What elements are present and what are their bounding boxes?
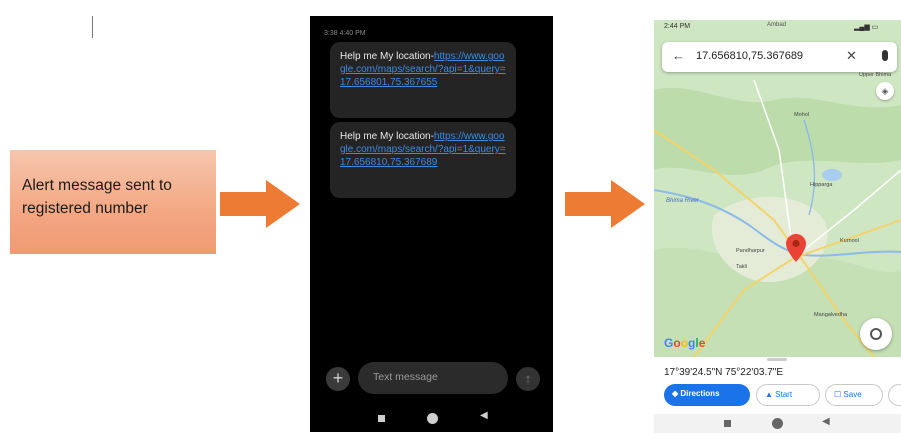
map-place-label: Mangalvedha bbox=[814, 312, 848, 318]
sms-message-text: Help me My location- bbox=[340, 51, 434, 62]
back-icon[interactable]: ◀ bbox=[822, 416, 830, 427]
layers-icon[interactable]: ◈ bbox=[876, 82, 894, 100]
home-icon[interactable] bbox=[427, 413, 438, 424]
bookmark-icon: ☐ bbox=[834, 390, 842, 399]
back-icon[interactable]: ◀ bbox=[480, 410, 488, 421]
recents-icon[interactable] bbox=[378, 415, 385, 422]
maps-phone-screen: 2:44 PM Ambad ▂▄▆ ▭ ← 17.656810,75.36768… bbox=[654, 20, 901, 433]
map-place-label: Takli bbox=[736, 264, 748, 270]
sms-timestamp: 3:38 4:40 PM bbox=[324, 30, 366, 37]
directions-label: Directions bbox=[680, 389, 720, 398]
coordinates-text: 17°39'24.5"N 75°22'03.7"E bbox=[664, 367, 784, 378]
text-cursor-mark bbox=[92, 16, 93, 38]
river-label: Bhima River bbox=[666, 198, 699, 204]
directions-button[interactable]: ◆ Directions bbox=[664, 384, 750, 406]
android-nav-bar: ◀ bbox=[654, 414, 901, 433]
map-place-label: Mohol bbox=[794, 112, 809, 118]
sms-phone-screen: 3:38 4:40 PM Help me My location-https:/… bbox=[310, 16, 553, 432]
more-actions-chip[interactable] bbox=[888, 384, 901, 406]
status-time: 2:44 PM bbox=[664, 23, 691, 30]
alert-line-2: registered number bbox=[22, 200, 148, 217]
map-place-label: Pandharpur bbox=[736, 248, 765, 254]
bottom-sheet-handle[interactable] bbox=[767, 358, 787, 361]
maps-search-bar[interactable]: ← 17.656810,75.367689 ✕ bbox=[662, 42, 897, 72]
add-attachment-icon[interactable]: + bbox=[326, 367, 350, 391]
save-label: Save bbox=[843, 390, 862, 399]
flow-arrow-1 bbox=[220, 180, 300, 228]
send-arrow-icon[interactable]: ↑ bbox=[516, 367, 540, 391]
directions-icon: ◆ bbox=[672, 389, 679, 398]
search-query-text[interactable]: 17.656810,75.367689 bbox=[696, 50, 803, 62]
start-label: Start bbox=[775, 390, 793, 399]
home-icon[interactable] bbox=[772, 418, 783, 429]
flow-arrow-2 bbox=[565, 180, 645, 228]
map-place-label: Hipparga bbox=[810, 182, 833, 188]
mic-icon[interactable] bbox=[882, 50, 888, 61]
map-place-label: Upper Bhima bbox=[859, 72, 892, 78]
start-button[interactable]: ▲ Start bbox=[756, 384, 820, 406]
back-arrow-icon[interactable]: ← bbox=[672, 48, 685, 63]
map-view[interactable]: 2:44 PM Ambad ▂▄▆ ▭ ← 17.656810,75.36768… bbox=[654, 20, 901, 357]
google-logo: Google bbox=[664, 336, 706, 350]
sms-message-bubble[interactable]: Help me My location-https://www.google.c… bbox=[330, 42, 516, 118]
alert-message-box: Alert message sent to registered number bbox=[10, 150, 216, 254]
text-message-input[interactable]: Text message bbox=[358, 362, 508, 394]
save-button[interactable]: ☐ Save bbox=[825, 384, 883, 406]
signal-battery-icon: ▂▄▆ ▭ bbox=[854, 24, 879, 31]
status-bar: 2:44 PM Ambad ▂▄▆ ▭ bbox=[654, 20, 901, 34]
navigation-arrow-icon: ▲ bbox=[765, 390, 773, 399]
map-place-label: Kurnool bbox=[840, 238, 859, 244]
sms-message-bubble[interactable]: Help me My location-https://www.google.c… bbox=[330, 122, 516, 198]
alert-line-1: Alert message sent to bbox=[22, 177, 172, 194]
close-icon[interactable]: ✕ bbox=[846, 48, 857, 64]
location-pin-icon[interactable] bbox=[786, 234, 806, 267]
my-location-icon[interactable] bbox=[860, 318, 892, 350]
recents-icon[interactable] bbox=[724, 420, 731, 427]
status-town-label: Ambad bbox=[767, 22, 787, 28]
android-nav-bar: ◀ bbox=[310, 410, 553, 432]
sms-message-text: Help me My location- bbox=[340, 131, 434, 142]
